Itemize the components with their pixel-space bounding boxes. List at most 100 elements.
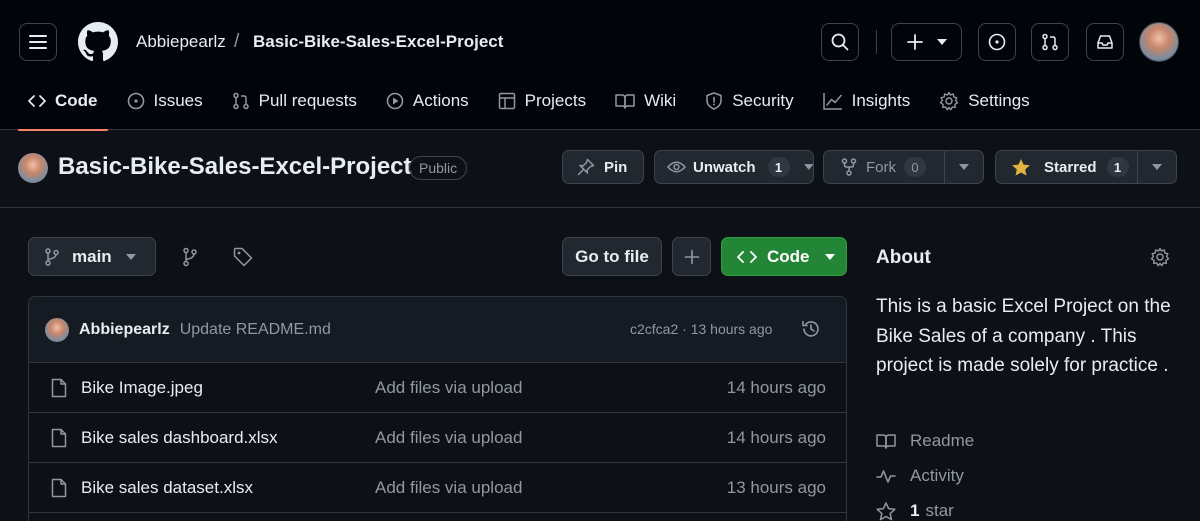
visibility-badge: Public bbox=[409, 156, 468, 180]
edit-about-button[interactable] bbox=[1150, 247, 1170, 267]
tab-insights[interactable]: Insights bbox=[813, 80, 921, 122]
menu-button[interactable] bbox=[19, 23, 57, 61]
file-commit-time: 14 hours ago bbox=[726, 378, 826, 397]
starred-button[interactable]: Starred 1 bbox=[995, 150, 1138, 184]
file-list: Abbiepearlz Update README.md c2cfca2 · 1… bbox=[28, 296, 847, 521]
activity-link[interactable]: Activity bbox=[876, 466, 964, 486]
file-commit-message[interactable]: Add files via upload bbox=[375, 428, 522, 448]
issue-circle-icon bbox=[127, 92, 144, 110]
star-filled-icon bbox=[1012, 158, 1030, 176]
about-description: This is a basic Excel Project on the Bik… bbox=[876, 296, 1171, 376]
stars-link[interactable]: 1 star bbox=[876, 501, 954, 521]
unwatch-button[interactable]: Unwatch 1 bbox=[654, 150, 814, 184]
file-icon bbox=[51, 428, 67, 448]
fork-dropdown-button[interactable] bbox=[944, 150, 984, 184]
eye-icon bbox=[667, 161, 686, 173]
commit-author-avatar[interactable] bbox=[45, 317, 69, 342]
chevron-down-icon bbox=[824, 253, 835, 260]
global-header: Abbiepearlz / Basic-Bike-Sales-Excel-Pro… bbox=[0, 0, 1200, 131]
tab-pull-requests[interactable]: Pull requests bbox=[222, 80, 367, 122]
star-count: 1 bbox=[1106, 157, 1129, 177]
breadcrumb-owner[interactable]: Abbiepearlz bbox=[136, 32, 226, 52]
play-circle-icon bbox=[386, 92, 404, 110]
user-avatar[interactable] bbox=[1139, 22, 1179, 62]
tab-projects-label: Projects bbox=[524, 91, 587, 110]
stars-count: 1 bbox=[910, 501, 920, 520]
fork-label: Fork bbox=[866, 158, 896, 176]
tab-wiki-label: Wiki bbox=[644, 91, 677, 110]
history-icon bbox=[802, 320, 819, 337]
breadcrumb-repo[interactable]: Basic-Bike-Sales-Excel-Project bbox=[253, 32, 503, 52]
book-icon bbox=[615, 94, 635, 109]
repo-owner-avatar[interactable] bbox=[18, 153, 48, 183]
readme-label: Readme bbox=[910, 431, 975, 450]
gear-icon bbox=[1150, 247, 1170, 267]
table-icon bbox=[498, 92, 515, 110]
latest-commit-row: Abbiepearlz Update README.md c2cfca2 · 1… bbox=[29, 297, 846, 363]
file-row[interactable]: Bike sales dataset.xlsx Add files via up… bbox=[29, 463, 846, 513]
file-commit-message[interactable]: Add files via upload bbox=[375, 478, 522, 498]
tab-actions-label: Actions bbox=[412, 91, 469, 110]
commit-author[interactable]: Abbiepearlz bbox=[79, 321, 170, 339]
issues-button[interactable] bbox=[978, 23, 1016, 61]
add-file-button[interactable] bbox=[672, 237, 711, 276]
chevron-down-icon bbox=[959, 164, 969, 170]
graph-icon bbox=[822, 93, 842, 110]
watch-count: 1 bbox=[767, 157, 790, 177]
file-name[interactable]: Bike sales dataset.xlsx bbox=[81, 478, 253, 498]
commit-history-button[interactable] bbox=[801, 319, 821, 339]
go-to-file-button[interactable]: Go to file bbox=[562, 237, 662, 276]
about-heading: About bbox=[876, 247, 931, 268]
tab-settings[interactable]: Settings bbox=[929, 80, 1039, 122]
pulse-icon bbox=[876, 470, 896, 483]
pull-requests-button[interactable] bbox=[1031, 23, 1069, 61]
tab-settings-label: Settings bbox=[968, 91, 1030, 110]
shield-icon bbox=[706, 92, 722, 110]
fork-count: 0 bbox=[904, 157, 926, 177]
inbox-button[interactable] bbox=[1086, 23, 1124, 61]
file-commit-message[interactable]: Add files via upload bbox=[375, 378, 522, 398]
star-dropdown-button[interactable] bbox=[1137, 150, 1177, 184]
tab-issues[interactable]: Issues bbox=[117, 80, 213, 122]
tag-icon bbox=[233, 247, 253, 267]
readme-link[interactable]: Readme bbox=[876, 431, 974, 451]
file-name[interactable]: Bike Image.jpeg bbox=[81, 378, 203, 398]
tab-projects[interactable]: Projects bbox=[488, 80, 596, 122]
pin-button[interactable]: Pin bbox=[562, 150, 644, 184]
code-brackets-icon bbox=[737, 250, 757, 263]
pin-icon bbox=[577, 158, 595, 176]
tab-actions[interactable]: Actions bbox=[376, 80, 479, 122]
unwatch-label: Unwatch bbox=[692, 158, 756, 176]
plus-icon bbox=[684, 249, 699, 264]
code-dropdown-button[interactable]: Code bbox=[721, 237, 847, 276]
repo-title[interactable]: Basic-Bike-Sales-Excel-Project bbox=[58, 153, 412, 181]
code-brackets-icon bbox=[28, 95, 46, 107]
file-row[interactable]: Bike Image.jpeg Add files via upload 14 … bbox=[29, 363, 846, 413]
header-divider bbox=[876, 30, 877, 54]
file-row[interactable]: Bike sales dashboard.xlsx Add files via … bbox=[29, 413, 846, 463]
code-button-label: Code bbox=[767, 246, 810, 266]
github-logo-icon[interactable] bbox=[78, 22, 118, 62]
pin-label: Pin bbox=[604, 158, 628, 176]
branch-selector[interactable]: main bbox=[28, 237, 156, 276]
tags-link[interactable] bbox=[233, 247, 253, 267]
search-button[interactable] bbox=[821, 23, 859, 61]
star-icon bbox=[876, 501, 896, 520]
commit-message[interactable]: Update README.md bbox=[180, 321, 331, 339]
tab-wiki[interactable]: Wiki bbox=[605, 80, 686, 122]
tab-code[interactable]: Code bbox=[18, 80, 108, 131]
hamburger-icon bbox=[29, 35, 47, 49]
starred-label: Starred bbox=[1044, 158, 1097, 176]
fork-button[interactable]: Fork 0 bbox=[823, 150, 945, 184]
commit-meta[interactable]: c2cfca2 · 13 hours ago bbox=[630, 321, 772, 337]
create-new-button[interactable] bbox=[891, 23, 962, 61]
file-name[interactable]: Bike sales dashboard.xlsx bbox=[81, 428, 278, 448]
branches-link[interactable] bbox=[182, 247, 198, 267]
tab-security[interactable]: Security bbox=[695, 80, 803, 122]
inbox-icon bbox=[1097, 35, 1113, 49]
tab-code-label: Code bbox=[55, 91, 98, 110]
repo-nav: Code Issues Pull requests Actions Projec… bbox=[18, 80, 1049, 131]
file-commit-time: 13 hours ago bbox=[726, 478, 826, 497]
chevron-down-icon bbox=[125, 253, 136, 260]
plus-icon bbox=[906, 34, 923, 50]
